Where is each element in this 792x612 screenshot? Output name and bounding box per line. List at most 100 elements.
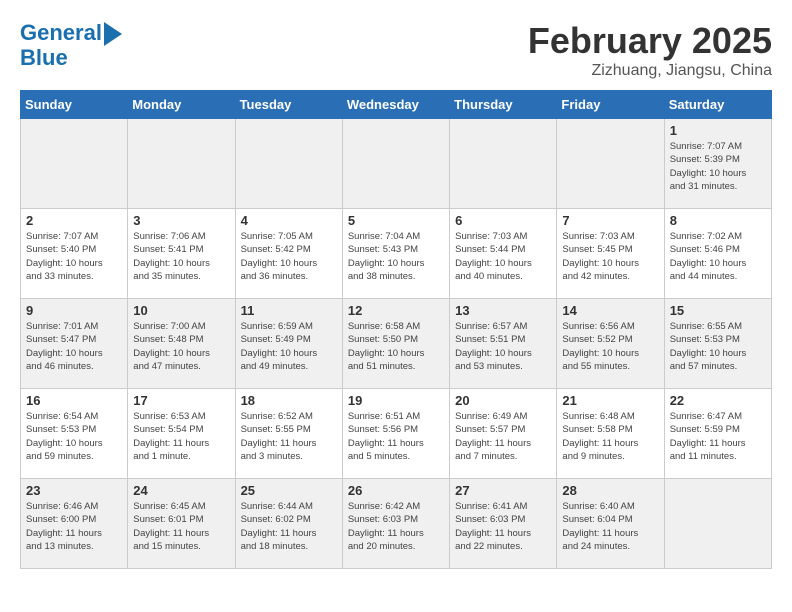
calendar-cell: 15 Sunrise: 6:55 AMSunset: 5:53 PMDayligh… (664, 299, 771, 389)
day-info: Sunrise: 6:42 AMSunset: 6:03 PMDaylight:… (348, 500, 444, 553)
day-number: 10 (133, 303, 229, 318)
calendar-week-row: 1 Sunrise: 7:07 AMSunset: 5:39 PMDaylight… (21, 119, 772, 209)
calendar-cell: 3Sunrise: 7:06 AMSunset: 5:41 PMDaylight… (128, 209, 235, 299)
day-info: Sunrise: 7:03 AMSunset: 5:45 PMDaylight:… (562, 230, 658, 283)
calendar-cell: 7 Sunrise: 7:03 AMSunset: 5:45 PMDaylight… (557, 209, 664, 299)
day-info: Sunrise: 6:56 AMSunset: 5:52 PMDaylight:… (562, 320, 658, 373)
day-number: 1 (670, 123, 766, 138)
weekday-header-monday: Monday (128, 91, 235, 119)
calendar-cell: 14 Sunrise: 6:56 AMSunset: 5:52 PMDayligh… (557, 299, 664, 389)
day-info: Sunrise: 7:03 AMSunset: 5:44 PMDaylight:… (455, 230, 551, 283)
day-number: 16 (26, 393, 122, 408)
calendar-cell: 19 Sunrise: 6:51 AMSunset: 5:56 PMDayligh… (342, 389, 449, 479)
calendar-cell (128, 119, 235, 209)
day-info: Sunrise: 6:52 AMSunset: 5:55 PMDaylight:… (241, 410, 337, 463)
day-info: Sunrise: 6:53 AMSunset: 5:54 PMDaylight:… (133, 410, 229, 463)
calendar-cell: 8 Sunrise: 7:02 AMSunset: 5:46 PMDaylight… (664, 209, 771, 299)
day-info: Sunrise: 6:58 AMSunset: 5:50 PMDaylight:… (348, 320, 444, 373)
day-number: 17 (133, 393, 229, 408)
day-number: 13 (455, 303, 551, 318)
weekday-header-sunday: Sunday (21, 91, 128, 119)
day-number: 24 (133, 483, 229, 498)
day-number: 27 (455, 483, 551, 498)
logo-text: General (20, 21, 102, 45)
day-number: 2 (26, 213, 122, 228)
logo: General Blue (20, 20, 122, 70)
calendar-cell: 27 Sunrise: 6:41 AMSunset: 6:03 PMDayligh… (450, 479, 557, 569)
day-number: 3 (133, 213, 229, 228)
weekday-header-thursday: Thursday (450, 91, 557, 119)
calendar-cell: 25Sunrise: 6:44 AMSunset: 6:02 PMDayligh… (235, 479, 342, 569)
weekday-header-saturday: Saturday (664, 91, 771, 119)
calendar-cell (450, 119, 557, 209)
day-number: 19 (348, 393, 444, 408)
day-info: Sunrise: 6:55 AMSunset: 5:53 PMDaylight:… (670, 320, 766, 373)
day-info: Sunrise: 6:44 AMSunset: 6:02 PMDaylight:… (241, 500, 337, 553)
day-info: Sunrise: 6:51 AMSunset: 5:56 PMDaylight:… (348, 410, 444, 463)
calendar-week-row: 16 Sunrise: 6:54 AMSunset: 5:53 PMDayligh… (21, 389, 772, 479)
calendar-cell: 17 Sunrise: 6:53 AMSunset: 5:54 PMDayligh… (128, 389, 235, 479)
calendar-cell (235, 119, 342, 209)
calendar-cell: 11 Sunrise: 6:59 AMSunset: 5:49 PMDayligh… (235, 299, 342, 389)
day-number: 28 (562, 483, 658, 498)
day-number: 14 (562, 303, 658, 318)
day-info: Sunrise: 6:41 AMSunset: 6:03 PMDaylight:… (455, 500, 551, 553)
location-text: Zizhuang, Jiangsu, China (528, 62, 772, 80)
day-number: 5 (348, 213, 444, 228)
weekday-header-friday: Friday (557, 91, 664, 119)
calendar-cell: 26Sunrise: 6:42 AMSunset: 6:03 PMDayligh… (342, 479, 449, 569)
logo-blue: Blue (20, 46, 122, 70)
day-info: Sunrise: 7:07 AMSunset: 5:40 PMDaylight:… (26, 230, 122, 283)
title-block: February 2025 Zizhuang, Jiangsu, China (528, 20, 772, 80)
day-info: Sunrise: 7:04 AMSunset: 5:43 PMDaylight:… (348, 230, 444, 283)
day-info: Sunrise: 6:46 AMSunset: 6:00 PMDaylight:… (26, 500, 122, 553)
calendar-cell: 23 Sunrise: 6:46 AMSunset: 6:00 PMDayligh… (21, 479, 128, 569)
calendar-cell: 1 Sunrise: 7:07 AMSunset: 5:39 PMDaylight… (664, 119, 771, 209)
calendar-table: SundayMondayTuesdayWednesdayThursdayFrid… (20, 90, 772, 569)
day-number: 11 (241, 303, 337, 318)
day-number: 21 (562, 393, 658, 408)
day-number: 4 (241, 213, 337, 228)
calendar-cell: 20 Sunrise: 6:49 AMSunset: 5:57 PMDayligh… (450, 389, 557, 479)
page-header: General Blue February 2025 Zizhuang, Jia… (20, 20, 772, 80)
day-number: 8 (670, 213, 766, 228)
calendar-cell: 24Sunrise: 6:45 AMSunset: 6:01 PMDayligh… (128, 479, 235, 569)
day-number: 15 (670, 303, 766, 318)
day-number: 23 (26, 483, 122, 498)
calendar-cell: 4Sunrise: 7:05 AMSunset: 5:42 PMDaylight… (235, 209, 342, 299)
day-info: Sunrise: 7:07 AMSunset: 5:39 PMDaylight:… (670, 140, 766, 193)
day-info: Sunrise: 7:02 AMSunset: 5:46 PMDaylight:… (670, 230, 766, 283)
calendar-header-row: SundayMondayTuesdayWednesdayThursdayFrid… (21, 91, 772, 119)
month-title: February 2025 (528, 20, 772, 62)
calendar-cell: 6 Sunrise: 7:03 AMSunset: 5:44 PMDaylight… (450, 209, 557, 299)
day-info: Sunrise: 6:54 AMSunset: 5:53 PMDaylight:… (26, 410, 122, 463)
calendar-cell (557, 119, 664, 209)
calendar-week-row: 23 Sunrise: 6:46 AMSunset: 6:00 PMDayligh… (21, 479, 772, 569)
calendar-cell: 18 Sunrise: 6:52 AMSunset: 5:55 PMDayligh… (235, 389, 342, 479)
day-number: 7 (562, 213, 658, 228)
day-info: Sunrise: 6:40 AMSunset: 6:04 PMDaylight:… (562, 500, 658, 553)
calendar-cell: 9Sunrise: 7:01 AMSunset: 5:47 PMDaylight… (21, 299, 128, 389)
day-info: Sunrise: 6:49 AMSunset: 5:57 PMDaylight:… (455, 410, 551, 463)
weekday-header-tuesday: Tuesday (235, 91, 342, 119)
day-number: 20 (455, 393, 551, 408)
day-info: Sunrise: 6:47 AMSunset: 5:59 PMDaylight:… (670, 410, 766, 463)
calendar-cell: 12Sunrise: 6:58 AMSunset: 5:50 PMDayligh… (342, 299, 449, 389)
day-number: 22 (670, 393, 766, 408)
day-info: Sunrise: 6:59 AMSunset: 5:49 PMDaylight:… (241, 320, 337, 373)
logo-arrow-icon (104, 22, 122, 46)
day-info: Sunrise: 6:48 AMSunset: 5:58 PMDaylight:… (562, 410, 658, 463)
day-number: 18 (241, 393, 337, 408)
day-number: 9 (26, 303, 122, 318)
calendar-cell: 10Sunrise: 7:00 AMSunset: 5:48 PMDayligh… (128, 299, 235, 389)
calendar-cell: 5 Sunrise: 7:04 AMSunset: 5:43 PMDaylight… (342, 209, 449, 299)
weekday-header-wednesday: Wednesday (342, 91, 449, 119)
calendar-cell: 16 Sunrise: 6:54 AMSunset: 5:53 PMDayligh… (21, 389, 128, 479)
calendar-cell: 2 Sunrise: 7:07 AMSunset: 5:40 PMDaylight… (21, 209, 128, 299)
calendar-week-row: 9Sunrise: 7:01 AMSunset: 5:47 PMDaylight… (21, 299, 772, 389)
day-info: Sunrise: 6:57 AMSunset: 5:51 PMDaylight:… (455, 320, 551, 373)
calendar-cell (21, 119, 128, 209)
calendar-cell: 21 Sunrise: 6:48 AMSunset: 5:58 PMDayligh… (557, 389, 664, 479)
calendar-cell: 28 Sunrise: 6:40 AMSunset: 6:04 PMDayligh… (557, 479, 664, 569)
day-number: 6 (455, 213, 551, 228)
